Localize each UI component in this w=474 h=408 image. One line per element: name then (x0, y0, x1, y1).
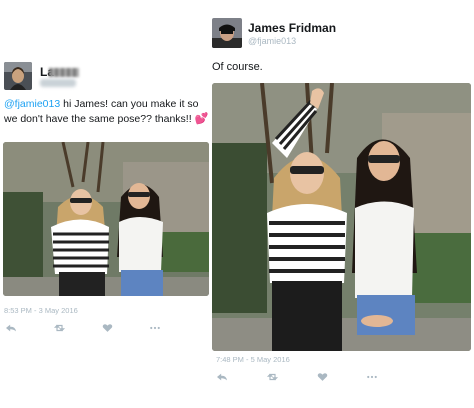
retweet-icon[interactable] (52, 323, 66, 335)
tweet-actions (4, 323, 196, 335)
like-icon[interactable] (315, 372, 329, 384)
reply-icon[interactable] (215, 372, 229, 384)
display-name[interactable]: James Fridman (248, 21, 336, 35)
more-icon[interactable] (148, 323, 162, 335)
user-avatar[interactable] (4, 62, 32, 90)
tweet-photo[interactable] (212, 83, 471, 351)
tweet-timestamp[interactable]: 7:48 PM - 5 May 2016 (216, 355, 290, 364)
display-name[interactable]: La (40, 65, 54, 79)
mention-link[interactable]: @fjamie013 (4, 98, 60, 110)
reply-icon[interactable] (4, 323, 18, 335)
two-hearts-emoji: 💕 (194, 113, 209, 125)
reply-tweet: James Fridman @fjamie013 Of course. 7:48… (208, 12, 474, 408)
tweet-text: Of course. (212, 61, 263, 73)
tweet-timestamp[interactable]: 8:53 PM - 3 May 2016 (4, 306, 78, 315)
censored-name: La (40, 65, 55, 79)
tweet-text: @fjamie013 hi James! can you make it so … (4, 97, 210, 127)
tweet-actions (215, 372, 415, 384)
like-icon[interactable] (100, 323, 114, 335)
retweet-icon[interactable] (265, 372, 279, 384)
user-handle[interactable]: @fjamie013 (248, 36, 296, 46)
censored-handle (40, 79, 76, 87)
tweet-photo[interactable] (3, 142, 209, 296)
user-avatar[interactable] (212, 18, 242, 48)
request-tweet: La @fjamie013 hi James! can you make it … (0, 56, 210, 346)
more-icon[interactable] (365, 372, 379, 384)
user-handle[interactable] (40, 79, 76, 89)
